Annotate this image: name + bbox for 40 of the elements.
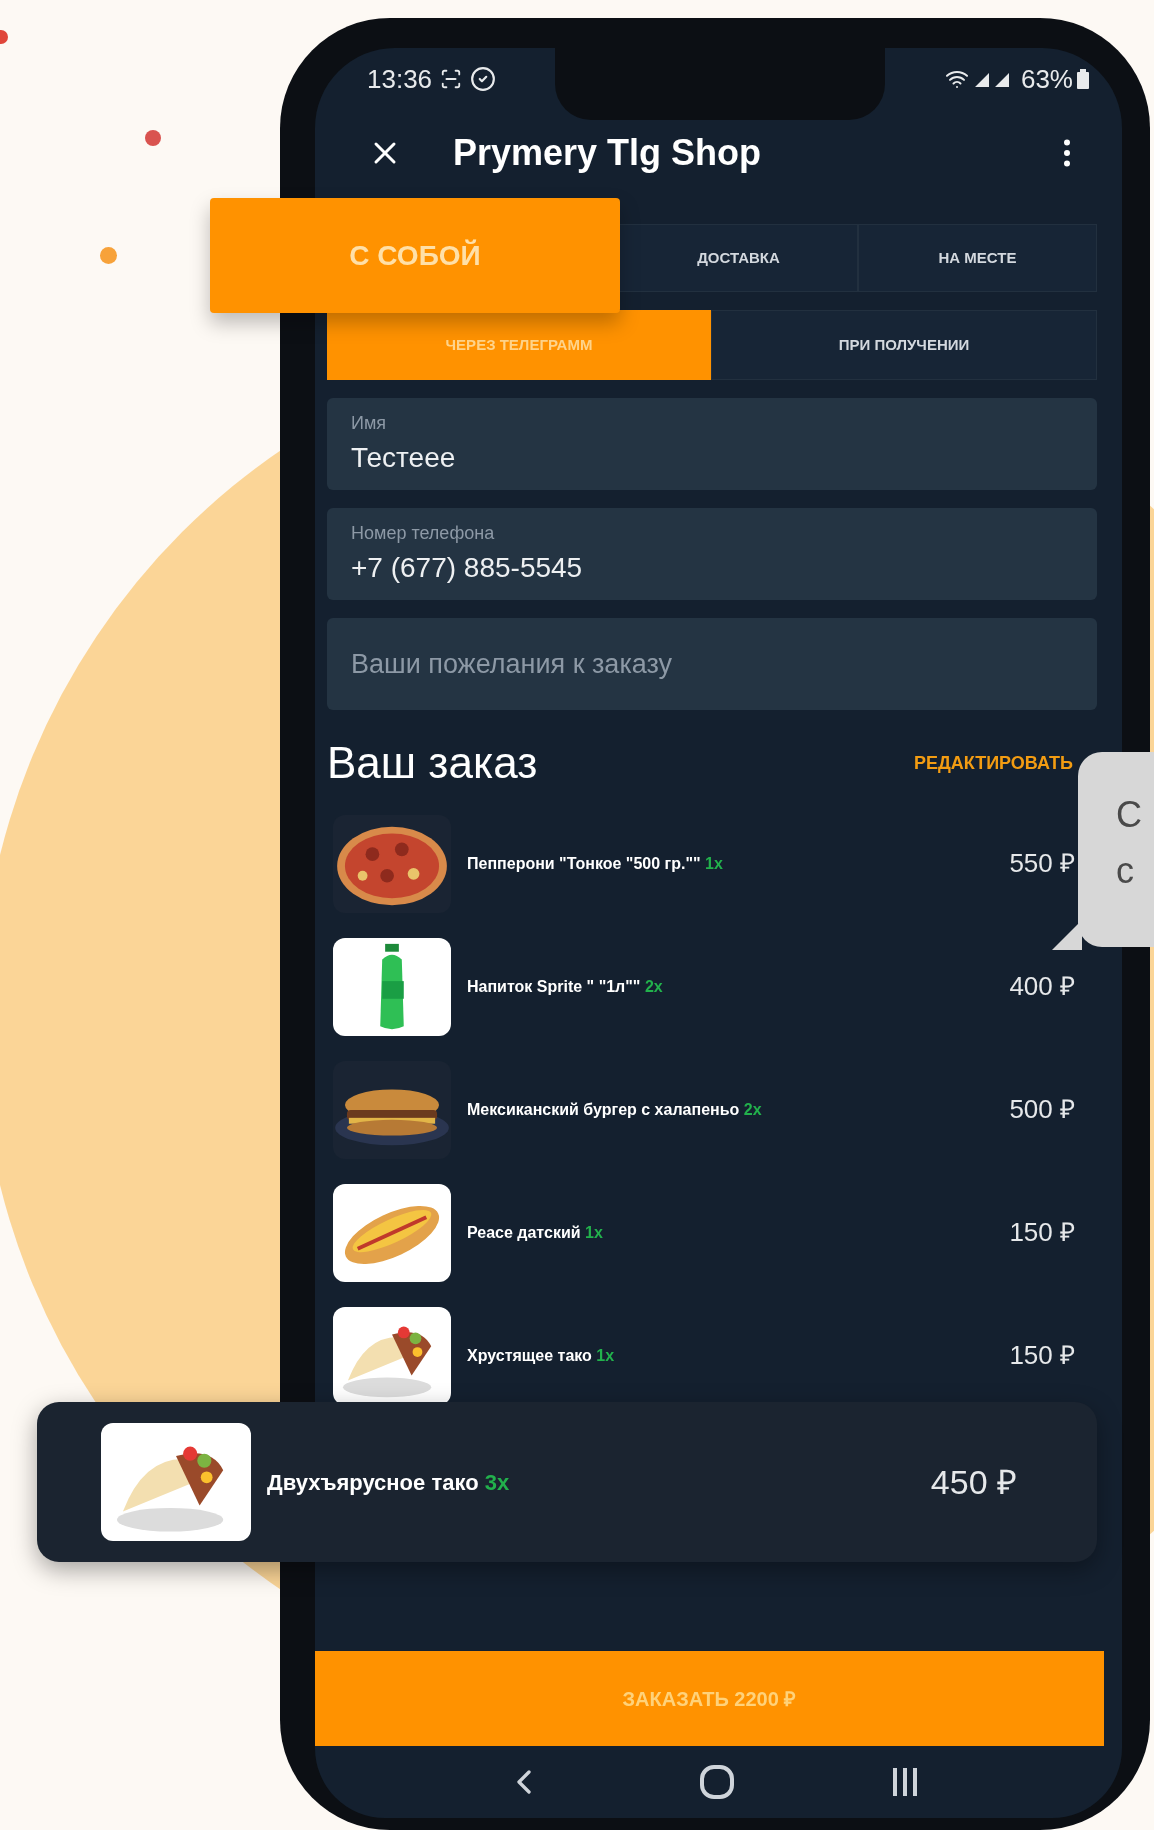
- item-quantity: 2x: [644, 977, 663, 995]
- item-title: Двухъярусное тако: [267, 1469, 479, 1495]
- input-field[interactable]: Ваши пожелания к заказу: [327, 618, 1097, 710]
- item-title: Напиток Sprite " "1л"": [467, 977, 641, 995]
- input-field[interactable]: Номер телефона +7 (677) 885-5545: [327, 508, 1097, 600]
- item-title: Реасе датский: [467, 1223, 581, 1241]
- item-title: Хрустящее тако: [467, 1346, 592, 1364]
- item-price: 150 ₽: [1009, 1216, 1075, 1249]
- app-title: Prymery Tlg Shop: [453, 130, 762, 175]
- field-value: Тестеее: [351, 440, 457, 475]
- item-title: Мексиканский бургер с халапеньо: [467, 1100, 740, 1118]
- edit-link[interactable]: РЕДАКТИРОВАТЬ: [913, 749, 1073, 777]
- item-price: 400 ₽: [1009, 970, 1075, 1003]
- check-circle-icon: [470, 66, 497, 92]
- tab[interactable]: ДОСТАВКА: [619, 224, 858, 292]
- tab[interactable]: НА МЕСТЕ: [858, 224, 1097, 292]
- item-price: 550 ₽: [1009, 847, 1075, 880]
- battery-icon: [1077, 69, 1089, 89]
- item-quantity: 1x: [585, 1223, 603, 1241]
- item-price: 150 ₽: [1009, 1339, 1075, 1372]
- item-title: Пепперони "Тонкое "500 гр."": [467, 854, 701, 872]
- bubble-text: с: [1116, 853, 1135, 889]
- field-label: Имя: [351, 411, 388, 435]
- order-heading: Ваш заказ: [327, 737, 538, 789]
- item-quantity: 1x: [596, 1346, 615, 1364]
- bubble-text: С: [1116, 797, 1143, 833]
- item-quantity: 3x: [484, 1469, 510, 1495]
- field-label: Номер телефона: [351, 521, 496, 545]
- tab[interactable]: ПРИ ПОЛУЧЕНИИ: [711, 310, 1097, 380]
- item-price: 450 ₽: [930, 1461, 1017, 1503]
- input-field[interactable]: Имя Тестеее: [327, 398, 1097, 490]
- battery-percent: 63%: [1020, 62, 1073, 96]
- home-icon[interactable]: [699, 1764, 735, 1800]
- field-placeholder: Ваши пожелания к заказу: [351, 647, 674, 681]
- scan-icon: [440, 68, 463, 90]
- status-time: 13:36: [367, 62, 433, 96]
- item-price: 500 ₽: [1009, 1093, 1075, 1126]
- item-quantity: 2x: [743, 1100, 762, 1118]
- item-quantity: 1x: [705, 854, 723, 872]
- field-value: +7 (677) 885-5545: [351, 550, 584, 585]
